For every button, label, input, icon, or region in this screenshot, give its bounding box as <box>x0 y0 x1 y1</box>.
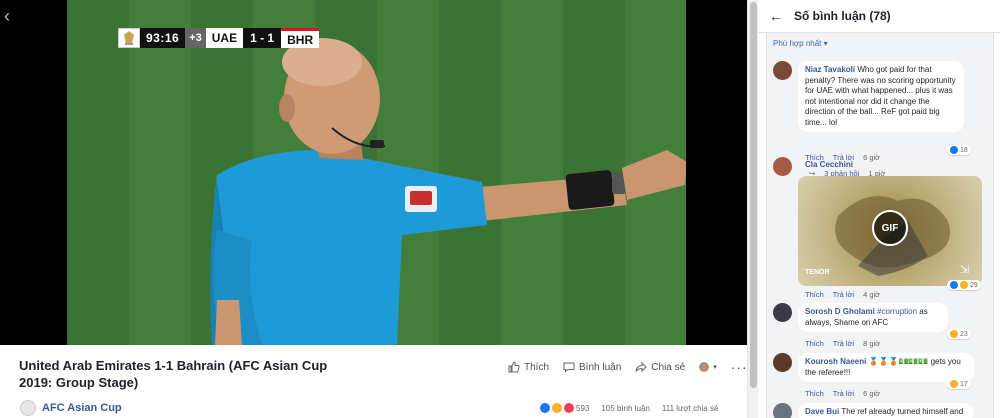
thumbs-up-icon <box>508 361 520 373</box>
comment-author[interactable]: Niaz Tavakoli <box>805 65 855 74</box>
comments-panel: ← Số bình luận (78) Phù hợp nhất ▾ Niaz … <box>758 0 1000 418</box>
like-reaction-icon <box>950 281 958 289</box>
comment-item: Cla Cecchini GIF TENOR ⇲ 29 Thích Trả lờ… <box>773 157 989 307</box>
page-avatar[interactable] <box>20 400 36 416</box>
share-button[interactable]: Chia sẻ <box>635 361 685 373</box>
video-frame[interactable] <box>67 0 686 345</box>
love-reaction-icon <box>564 403 574 413</box>
comments-title: Số bình luận (78) <box>794 9 891 23</box>
comment-reaction-count: 29 <box>970 281 978 289</box>
haha-reaction-icon <box>960 281 968 289</box>
audience-selector[interactable]: ▾ <box>699 362 717 372</box>
avatar[interactable] <box>773 353 792 372</box>
afc-asian-cup-logo-icon <box>118 28 140 48</box>
comment-sort-dropdown[interactable]: Phù hợp nhất ▾ <box>773 39 828 48</box>
comment-button[interactable]: Bình luận <box>563 361 621 373</box>
hashtag-link[interactable]: #corruption <box>877 307 917 316</box>
comment-bubble: Sorosh D Gholami #corruption as always, … <box>798 303 948 332</box>
like-reaction-icon <box>540 403 550 413</box>
comment-time[interactable]: 4 giờ <box>863 290 880 299</box>
comments-list[interactable]: Phù hợp nhất ▾ Niaz Tavakoli Who got pai… <box>766 33 994 418</box>
comment-item: Kourosh Naeeni 🥉🥉🥉💵💵💵 gets you the refer… <box>773 353 989 399</box>
home-team: UAE <box>205 28 244 48</box>
gif-badge: GIF <box>872 210 908 246</box>
comment-reaction-count: 17 <box>960 380 968 388</box>
avatar[interactable] <box>773 61 792 80</box>
comment-reaction-count: 18 <box>960 146 968 154</box>
referee-scene <box>67 0 686 345</box>
comment-bubble: Kourosh Naeeni 🥉🥉🥉💵💵💵 gets you the refer… <box>798 353 974 382</box>
comment-count[interactable]: 105 bình luận <box>601 404 650 413</box>
more-options-icon[interactable]: ··· <box>731 359 748 375</box>
haha-reaction-icon <box>950 330 958 338</box>
reaction-summary[interactable]: 593 <box>540 403 589 413</box>
comment-reaction-count: 23 <box>960 330 968 338</box>
comment-reactions[interactable]: 17 <box>947 379 971 389</box>
comment-like-link[interactable]: Thích <box>805 339 824 348</box>
comment-reactions[interactable]: 23 <box>947 329 971 339</box>
gif-source: TENOR <box>805 269 830 276</box>
comment-author[interactable]: Kourosh Naeeni <box>805 357 866 366</box>
caret-down-icon: ▾ <box>713 364 717 371</box>
like-reaction-icon <box>950 146 958 154</box>
haha-reaction-icon <box>950 380 958 388</box>
comment-author[interactable]: Dave Bui <box>805 407 839 416</box>
comment-meta: Thích Trả lời 4 giờ <box>805 290 880 299</box>
like-button[interactable]: Thích <box>508 361 549 373</box>
comment-reactions[interactable]: 18 <box>947 145 971 155</box>
avatar[interactable] <box>773 303 792 322</box>
comment-like-link[interactable]: Thích <box>805 290 824 299</box>
comment-text: Who got paid for that penalty? There was… <box>805 65 956 127</box>
video-title: United Arab Emirates 1-1 Bahrain (AFC As… <box>19 358 328 390</box>
back-arrow-icon[interactable]: ← <box>758 8 794 24</box>
comment-item: Dave Bui The ref already turned himself … <box>773 403 989 418</box>
share-label: Chia sẻ <box>651 361 686 373</box>
reaction-count: 593 <box>576 403 590 413</box>
comment-label: Bình luận <box>579 361 622 373</box>
like-label: Thích <box>524 361 550 373</box>
comment-time[interactable]: 6 giờ <box>863 389 880 398</box>
comment-meta: Thích Trả lời 6 giờ <box>805 389 880 398</box>
external-link-icon[interactable]: ⇲ <box>960 263 974 277</box>
comment-item: Sorosh D Gholami #corruption as always, … <box>773 303 989 349</box>
haha-reaction-icon <box>552 403 562 413</box>
comment-like-link[interactable]: Thích <box>805 389 824 398</box>
video-player[interactable]: ‹ 93:16 +3 UAE 1 - 1 BHR <box>0 0 750 345</box>
comment-bubble: Niaz Tavakoli Who got paid for that pena… <box>798 61 964 132</box>
comment-bubble: Dave Bui The ref already turned himself … <box>798 403 974 418</box>
avatar[interactable] <box>773 157 792 176</box>
share-count[interactable]: 111 lượt chia sẻ <box>662 404 719 413</box>
page-scrollbar[interactable] <box>747 0 758 418</box>
comments-header: ← Số bình luận (78) <box>758 0 1000 33</box>
page-name[interactable]: AFC Asian Cup <box>42 402 122 414</box>
post-stats: 593 105 bình luận 111 lượt chia sẻ <box>540 403 718 413</box>
previous-chevron-icon[interactable]: ‹ <box>4 6 10 27</box>
scorebug: 93:16 +3 UAE 1 - 1 BHR <box>118 28 320 48</box>
comment-reply-link[interactable]: Trả lời <box>833 339 854 348</box>
avatar[interactable] <box>773 403 792 418</box>
gif-attachment[interactable]: GIF TENOR ⇲ <box>798 176 982 286</box>
share-icon <box>635 361 647 373</box>
away-team: BHR <box>281 28 320 48</box>
match-score: 1 - 1 <box>243 28 282 48</box>
comment-icon <box>563 362 575 373</box>
comment-reply-link[interactable]: Trả lời <box>833 290 854 299</box>
comment-reactions[interactable]: 29 <box>947 280 981 290</box>
user-avatar <box>699 362 710 372</box>
post-actions: Thích Bình luận Chia sẻ ▾ ··· <box>508 359 748 375</box>
comment-time[interactable]: 8 giờ <box>863 339 880 348</box>
added-time: +3 <box>185 28 206 48</box>
page-info: AFC Asian Cup <box>20 400 122 416</box>
comment-text: The ref already turned himself and <box>841 407 964 416</box>
comment-reply-link[interactable]: Trả lời <box>833 389 854 398</box>
comment-author[interactable]: Cla Cecchini <box>805 160 853 169</box>
match-clock: 93:16 <box>140 28 186 48</box>
scrollbar-thumb[interactable] <box>750 2 757 388</box>
facebook-video-viewer: ‹ 93:16 +3 UAE 1 - 1 BHR United Arab Emi… <box>0 0 1000 418</box>
comment-author[interactable]: Sorosh D Gholami <box>805 307 875 316</box>
comment-meta: Thích Trả lời 8 giờ <box>805 339 880 348</box>
comment-bubble: Cla Cecchini <box>798 157 860 174</box>
